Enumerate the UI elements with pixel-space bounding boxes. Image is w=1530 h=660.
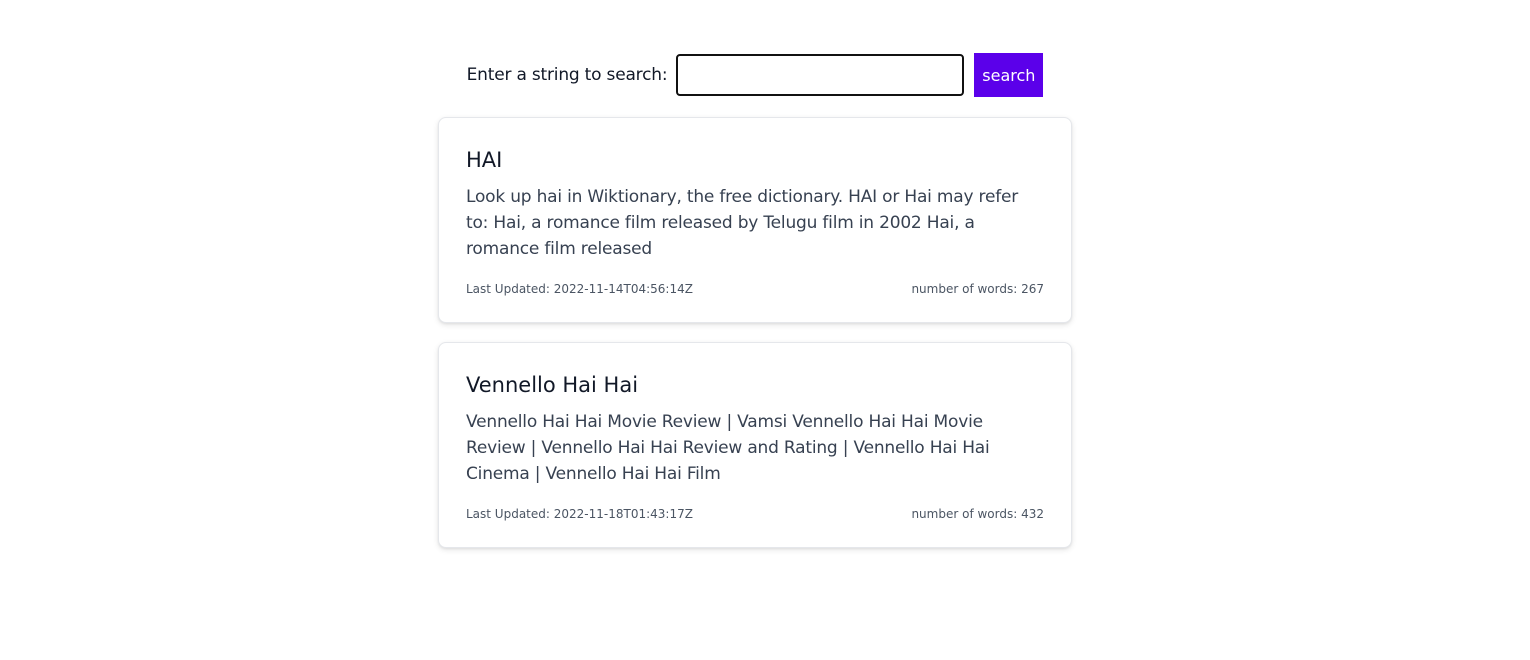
result-meta: Last Updated: 2022-11-14T04:56:14Z numbe… bbox=[466, 282, 1044, 296]
search-label: Enter a string to search: bbox=[466, 65, 668, 85]
search-form: Enter a string to search: search bbox=[0, 53, 1510, 97]
search-button[interactable]: search bbox=[974, 53, 1044, 97]
last-updated: Last Updated: 2022-11-14T04:56:14Z bbox=[466, 282, 693, 296]
result-meta: Last Updated: 2022-11-18T01:43:17Z numbe… bbox=[466, 507, 1044, 521]
word-count: number of words: 267 bbox=[911, 282, 1044, 296]
last-updated: Last Updated: 2022-11-18T01:43:17Z bbox=[466, 507, 693, 521]
result-snippet: Look up hai in Wiktionary, the free dict… bbox=[466, 187, 1019, 259]
result-title: Vennello Hai Hai bbox=[466, 373, 639, 397]
results-list: HAI Look up hai in Wiktionary, the free … bbox=[438, 117, 1072, 567]
word-count: number of words: 432 bbox=[911, 507, 1044, 521]
result-card: HAI Look up hai in Wiktionary, the free … bbox=[438, 117, 1072, 323]
search-input[interactable] bbox=[676, 54, 965, 96]
result-card: Vennello Hai Hai Vennello Hai Hai Movie … bbox=[438, 342, 1072, 548]
result-snippet: Vennello Hai Hai Movie Review | Vamsi Ve… bbox=[466, 412, 990, 484]
result-title: HAI bbox=[466, 148, 503, 172]
